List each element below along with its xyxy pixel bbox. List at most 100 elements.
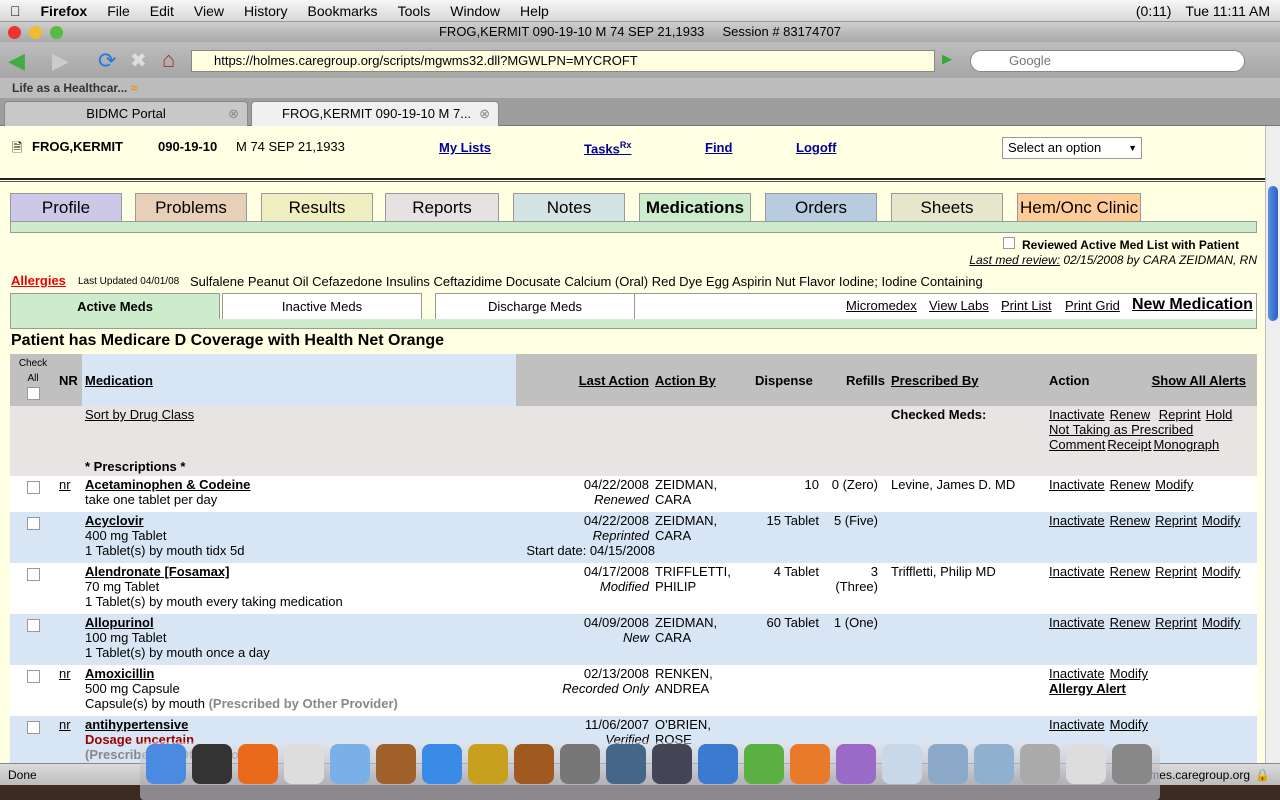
reprint-link[interactable]: Reprint — [1155, 615, 1197, 630]
nr-link[interactable]: nr — [59, 666, 71, 681]
nr-link[interactable]: nr — [59, 717, 71, 732]
inactivate-link[interactable]: Inactivate — [1049, 615, 1105, 630]
new-medication-link[interactable]: New Medication — [1132, 296, 1253, 314]
row-checkbox[interactable] — [26, 517, 40, 530]
find-link[interactable]: Find — [705, 140, 732, 155]
dock-app-icon[interactable] — [284, 744, 324, 784]
dock-app-icon[interactable] — [146, 744, 186, 784]
checked-comment-link[interactable]: Comment — [1049, 437, 1105, 452]
modify-link[interactable]: Modify — [1110, 717, 1148, 732]
medication-name-link[interactable]: Alendronate [Fosamax] — [85, 564, 229, 579]
menu-file[interactable]: File — [97, 3, 140, 19]
inactivate-link[interactable]: Inactivate — [1049, 564, 1105, 579]
dock-app-icon[interactable] — [422, 744, 462, 784]
inactivate-link[interactable]: Inactivate — [1049, 513, 1105, 528]
checked-monograph-link[interactable]: Monograph — [1153, 437, 1219, 452]
subtab-discharge-meds[interactable]: Discharge Meds — [435, 293, 635, 320]
menu-edit[interactable]: Edit — [140, 3, 184, 19]
allergies-link[interactable]: Allergies — [11, 273, 66, 288]
dock-app-icon[interactable] — [192, 744, 232, 784]
reviewed-checkbox[interactable] — [1003, 237, 1015, 249]
apple-icon[interactable]:  — [0, 3, 31, 19]
tab-results[interactable]: Results — [261, 193, 373, 222]
clock[interactable]: Tue 11:11 AM — [1185, 3, 1270, 19]
logoff-link[interactable]: Logoff — [796, 140, 836, 155]
modify-link[interactable]: Modify — [1155, 477, 1193, 492]
back-icon[interactable]: ◀ — [8, 48, 25, 74]
battery-time[interactable]: (0:11) — [1136, 3, 1172, 19]
tab-profile[interactable]: Profile — [10, 193, 122, 222]
my-lists-link[interactable]: My Lists — [439, 140, 491, 155]
bookmark-item[interactable]: Life as a Healthcar... — [12, 81, 127, 95]
dock-app-icon[interactable] — [376, 744, 416, 784]
scrollbar-thumb[interactable] — [1268, 186, 1278, 321]
modify-link[interactable]: Modify — [1110, 666, 1148, 681]
stop-icon[interactable]: ✖ — [130, 48, 147, 73]
tab-notes[interactable]: Notes — [513, 193, 625, 222]
dock-app-icon[interactable] — [698, 744, 738, 784]
tab-sheets[interactable]: Sheets — [891, 193, 1003, 222]
tab-reports[interactable]: Reports — [385, 193, 499, 222]
last-action-sort-link[interactable]: Last Action — [579, 373, 649, 388]
row-checkbox[interactable] — [26, 568, 40, 581]
row-checkbox[interactable] — [26, 721, 40, 734]
action-by-sort-link[interactable]: Action By — [655, 373, 716, 388]
renew-link[interactable]: Renew — [1110, 615, 1150, 630]
inactivate-link[interactable]: Inactivate — [1049, 717, 1105, 732]
reprint-link[interactable]: Reprint — [1155, 513, 1197, 528]
url-bar[interactable]: https://holmes.caregroup.org/scripts/mgw… — [191, 50, 935, 72]
forward-icon[interactable]: ▶ — [52, 48, 69, 74]
micromedex-link[interactable]: Micromedex — [846, 298, 917, 313]
dock-app-icon[interactable] — [652, 744, 692, 784]
checked-not-taking-link[interactable]: Not Taking as Prescribed — [1049, 422, 1193, 437]
medication-name-link[interactable]: Acyclovir — [85, 513, 144, 528]
search-input[interactable]: Google — [970, 50, 1245, 72]
medication-name-link[interactable]: Acetaminophen & Codeine — [85, 477, 250, 492]
dock-app-icon[interactable] — [330, 744, 370, 784]
modify-link[interactable]: Modify — [1202, 615, 1240, 630]
zoom-window-button[interactable] — [50, 26, 63, 39]
row-checkbox[interactable] — [26, 670, 40, 683]
modify-link[interactable]: Modify — [1202, 513, 1240, 528]
close-tab-icon[interactable]: ⊗ — [228, 102, 239, 126]
checked-reprint-link[interactable]: Reprint — [1159, 407, 1201, 422]
tab-medications[interactable]: Medications — [639, 193, 751, 223]
reload-icon[interactable]: ⟳ — [98, 48, 116, 74]
minimize-window-button[interactable] — [29, 26, 42, 39]
dock-app-icon[interactable] — [882, 744, 922, 784]
close-window-button[interactable] — [8, 26, 21, 39]
inactivate-link[interactable]: Inactivate — [1049, 477, 1105, 492]
checked-receipt-link[interactable]: Receipt — [1107, 437, 1151, 452]
reprint-link[interactable]: Reprint — [1155, 564, 1197, 579]
show-all-alerts-link[interactable]: Show All Alerts — [1152, 373, 1246, 388]
dock-app-icon[interactable] — [1066, 744, 1106, 784]
dock-app-icon[interactable] — [1112, 744, 1152, 784]
tab-hem-onc-clinic[interactable]: Hem/Onc Clinic — [1017, 193, 1141, 222]
tab-orders[interactable]: Orders — [765, 193, 877, 222]
sort-by-drug-class-link[interactable]: Sort by Drug Class — [85, 407, 194, 422]
renew-link[interactable]: Renew — [1110, 513, 1150, 528]
go-icon[interactable]: ▶ — [942, 51, 952, 67]
tab-problems[interactable]: Problems — [135, 193, 247, 222]
menu-tools[interactable]: Tools — [388, 3, 441, 19]
renew-link[interactable]: Renew — [1110, 477, 1150, 492]
modify-link[interactable]: Modify — [1202, 564, 1240, 579]
close-tab-icon[interactable]: ⊗ — [479, 102, 490, 126]
dock-app-icon[interactable] — [514, 744, 554, 784]
dock-app-icon[interactable] — [974, 744, 1014, 784]
menu-bookmarks[interactable]: Bookmarks — [298, 3, 388, 19]
dock-app-icon[interactable] — [836, 744, 876, 784]
medication-name-link[interactable]: Allopurinol — [85, 615, 154, 630]
menu-help[interactable]: Help — [510, 3, 559, 19]
dock-app-icon[interactable] — [790, 744, 830, 784]
renew-link[interactable]: Renew — [1110, 564, 1150, 579]
prescribed-by-sort-link[interactable]: Prescribed By — [891, 373, 978, 388]
menu-window[interactable]: Window — [440, 3, 510, 19]
row-checkbox[interactable] — [26, 619, 40, 632]
subtab-active-meds[interactable]: Active Meds — [10, 293, 220, 321]
nr-link[interactable]: nr — [59, 477, 71, 492]
subtab-inactive-meds[interactable]: Inactive Meds — [222, 293, 422, 320]
print-grid-link[interactable]: Print Grid — [1065, 298, 1120, 313]
inactivate-link[interactable]: Inactivate — [1049, 666, 1105, 681]
dock-app-icon[interactable] — [928, 744, 968, 784]
